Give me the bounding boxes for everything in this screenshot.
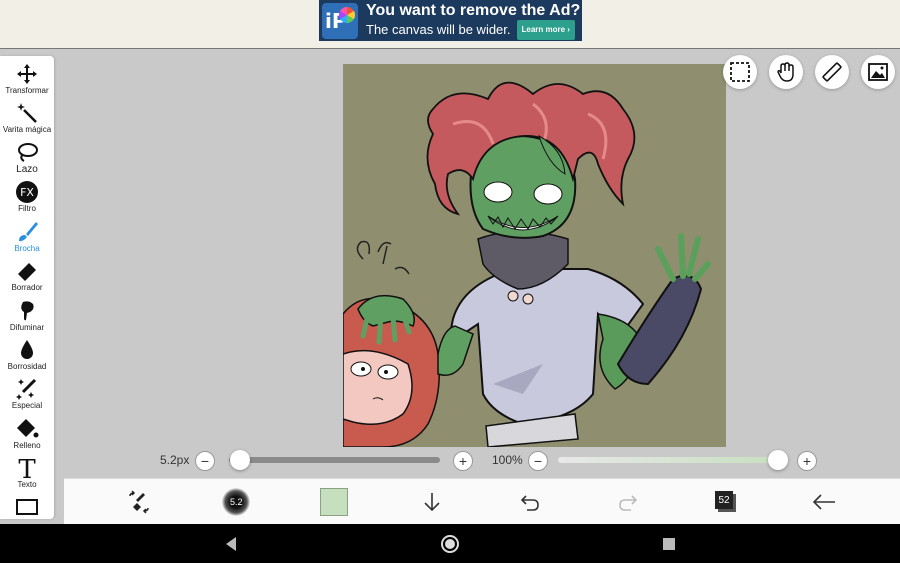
tool-label: Varita mágica xyxy=(2,125,52,134)
drawing-canvas[interactable] xyxy=(343,64,726,447)
lasso-icon xyxy=(18,143,38,162)
tool-label: Especial xyxy=(11,401,43,410)
blur-drop-icon xyxy=(21,340,33,359)
brush-size-value: 5.2px xyxy=(160,453,190,467)
selection-icon xyxy=(730,62,750,82)
redo-icon xyxy=(619,495,638,511)
undo-icon xyxy=(520,495,539,511)
swap-brush-eraser-icon xyxy=(129,490,149,514)
layers-count: 52 xyxy=(718,494,730,506)
arrow-down-icon xyxy=(424,493,440,512)
opacity-decrease-button[interactable]: − xyxy=(528,451,548,471)
opacity-value: 100% xyxy=(492,453,523,467)
tool-panel: Transformar Varita mágica Lazo FX Filtro… xyxy=(0,56,54,519)
nav-recents-icon[interactable] xyxy=(662,537,676,551)
tool-frame[interactable] xyxy=(0,493,54,519)
tool-label: Borrosidad xyxy=(7,362,47,371)
color-button[interactable] xyxy=(319,487,349,517)
sparkle-pen-icon xyxy=(16,378,37,400)
brush-size-badge: 5.2 xyxy=(230,497,243,507)
magic-wand-icon xyxy=(17,103,37,123)
undo-button[interactable] xyxy=(515,487,545,517)
tool-label: Borrador xyxy=(11,283,43,292)
tool-fill[interactable]: Relleno xyxy=(0,414,54,453)
tool-eraser[interactable]: Borrador xyxy=(0,256,54,295)
ad-bar: iP You want to remove the Ad? The canvas… xyxy=(0,0,900,49)
tool-special[interactable]: Especial xyxy=(0,374,54,413)
artwork xyxy=(343,64,726,447)
tool-magic-wand[interactable]: Varita mágica xyxy=(0,98,54,137)
ruler-icon xyxy=(822,62,842,82)
hand-tool-button[interactable] xyxy=(769,55,803,89)
hand-icon xyxy=(777,62,794,82)
smudge-icon xyxy=(21,301,34,321)
text-icon: T xyxy=(18,456,36,480)
reference-image-button[interactable] xyxy=(861,55,895,89)
opacity-slider[interactable] xyxy=(558,450,788,470)
image-icon xyxy=(868,63,888,81)
back-button[interactable] xyxy=(809,487,839,517)
tool-label: Brocha xyxy=(14,244,40,253)
move-icon xyxy=(17,64,37,84)
frame-icon xyxy=(16,499,38,515)
svg-text:FX: FX xyxy=(20,186,34,199)
ad-title: You want to remove the Ad? xyxy=(366,1,581,19)
selection-button[interactable] xyxy=(723,55,757,89)
eraser-icon xyxy=(18,263,36,281)
tool-label: Difuminar xyxy=(9,323,45,332)
tool-lasso[interactable]: Lazo xyxy=(0,138,54,177)
ad-banner[interactable]: iP You want to remove the Ad? The canvas… xyxy=(319,0,582,41)
fill-icon xyxy=(17,419,39,438)
brush-icon xyxy=(19,222,38,242)
nav-home-icon[interactable] xyxy=(440,534,460,554)
brush-settings-button[interactable]: 5.2 xyxy=(221,487,251,517)
current-color-swatch xyxy=(320,488,348,516)
download-button[interactable] xyxy=(417,487,447,517)
tool-text[interactable]: T Texto xyxy=(0,453,54,492)
ruler-button[interactable] xyxy=(815,55,849,89)
redo-button[interactable] xyxy=(613,487,643,517)
system-navigation-bar xyxy=(0,524,900,563)
brush-size-slider-knob[interactable] xyxy=(230,450,250,470)
ibispaint-logo-icon: iP xyxy=(322,2,358,39)
arrow-left-icon xyxy=(812,494,835,510)
opacity-increase-button[interactable]: + xyxy=(797,451,817,471)
tool-label: Lazo xyxy=(16,164,38,175)
layers-icon: 52 xyxy=(714,490,738,514)
tool-smudge[interactable]: Difuminar xyxy=(0,296,54,335)
brush-size-decrease-button[interactable]: − xyxy=(195,451,215,471)
nav-back-icon[interactable] xyxy=(224,536,238,552)
tool-blur[interactable]: Borrosidad xyxy=(0,335,54,374)
brush-size-increase-button[interactable]: + xyxy=(453,451,473,471)
layers-button[interactable]: 52 xyxy=(711,487,741,517)
svg-text:T: T xyxy=(18,456,36,480)
brush-preview-icon: 5.2 xyxy=(222,488,250,516)
bottom-toolbar: 5.2 52 xyxy=(64,478,900,525)
tool-brush[interactable]: Brocha xyxy=(0,217,54,256)
color-wheel-icon xyxy=(339,6,355,23)
tool-label: Transformar xyxy=(5,86,49,95)
tool-label: Filtro xyxy=(18,204,36,213)
learn-more-button[interactable]: Learn more › xyxy=(516,19,575,40)
tool-filter[interactable]: FX Filtro xyxy=(0,177,54,216)
ad-subtitle: The canvas will be wider. xyxy=(366,21,511,37)
brush-size-slider[interactable] xyxy=(229,450,440,470)
tool-transform[interactable]: Transformar xyxy=(0,59,54,98)
tool-label: Texto xyxy=(17,480,37,489)
opacity-slider-knob[interactable] xyxy=(768,450,788,470)
swap-tool-button[interactable] xyxy=(124,487,154,517)
tool-label: Relleno xyxy=(13,441,41,450)
fx-icon: FX xyxy=(16,181,38,203)
